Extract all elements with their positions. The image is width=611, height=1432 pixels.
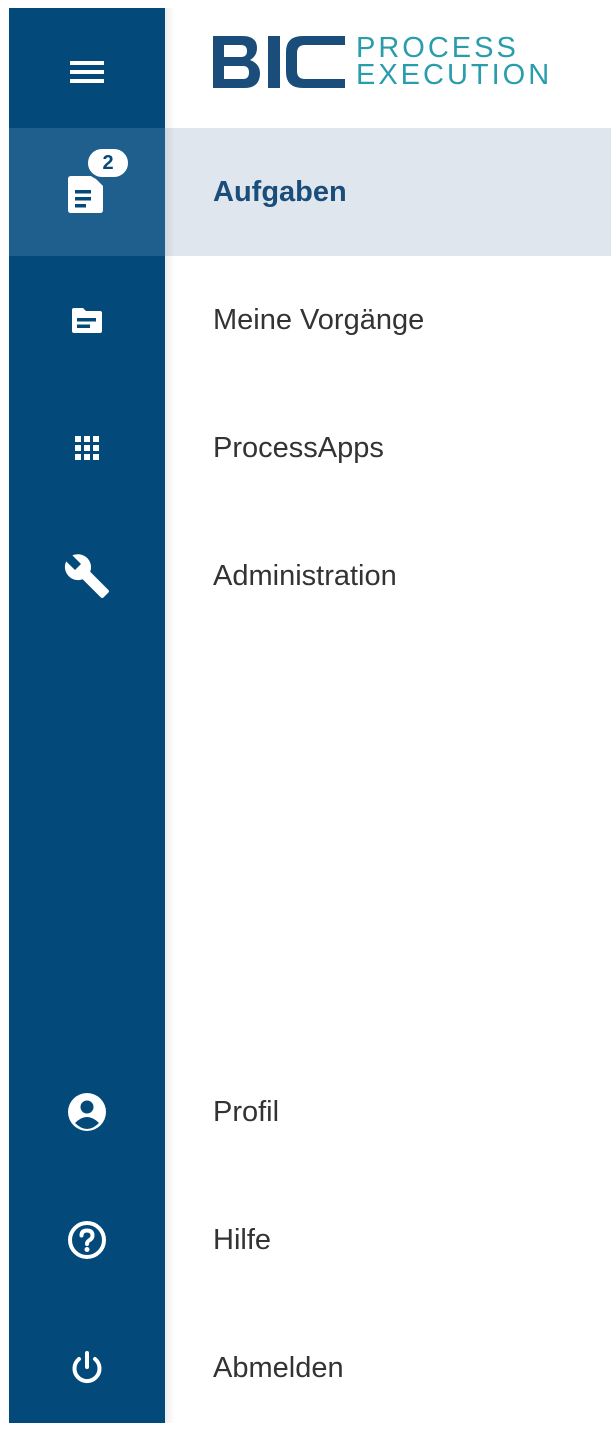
nav-item-apps[interactable]: ProcessApps [165, 384, 611, 512]
nav-item-logout[interactable]: Abmelden [165, 1304, 611, 1432]
apps-grid-icon [75, 436, 99, 460]
tasks-count-badge: 2 [85, 146, 131, 180]
nav-item-tasks[interactable]: Aufgaben [165, 128, 611, 256]
nav-item-help[interactable]: Hilfe [165, 1176, 611, 1304]
product-line-2: EXECUTION [356, 59, 553, 91]
navigation-panel: PROCESS EXECUTION Aufgaben Meine Vorgäng… [165, 8, 611, 1423]
rail-item-tasks[interactable]: 2 [9, 128, 165, 256]
nav-item-profile[interactable]: Profil [165, 1048, 611, 1176]
rail-item-help[interactable] [9, 1176, 165, 1304]
help-circle-icon [68, 1221, 106, 1259]
menu-toggle-button[interactable] [9, 8, 165, 136]
rail-item-apps[interactable] [9, 384, 165, 512]
hamburger-menu-icon [70, 61, 104, 83]
rail-item-admin[interactable] [9, 512, 165, 640]
power-icon [72, 1351, 102, 1384]
icon-rail: 2 [9, 8, 165, 1423]
wrench-icon [64, 554, 109, 598]
rail-item-cases[interactable] [9, 256, 165, 384]
account-circle-icon [68, 1093, 106, 1131]
product-wordmark: PROCESS EXECUTION [356, 32, 553, 91]
product-line-1: PROCESS [356, 32, 519, 64]
nav-item-admin[interactable]: Administration [165, 512, 611, 640]
nav-item-cases[interactable]: Meine Vorgänge [165, 256, 611, 384]
app-logo: PROCESS EXECUTION [165, 8, 611, 128]
rail-item-profile[interactable] [9, 1048, 165, 1176]
rail-item-logout[interactable] [9, 1304, 165, 1432]
bic-logo-icon [213, 36, 345, 88]
folder-icon [72, 308, 102, 333]
